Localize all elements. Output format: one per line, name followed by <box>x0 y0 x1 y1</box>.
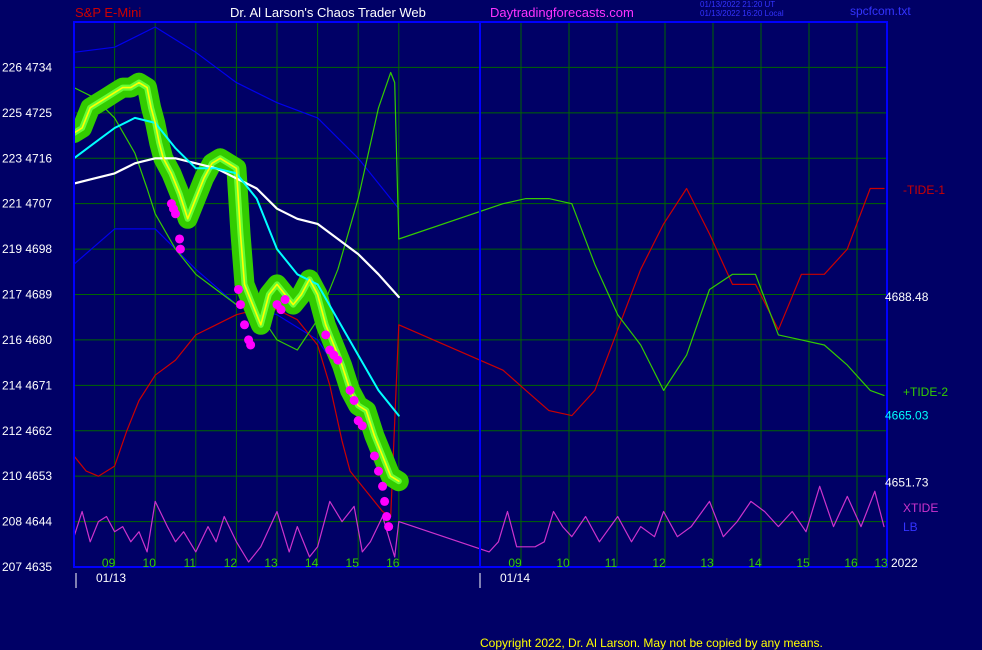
band-dot <box>235 300 245 310</box>
chart-canvas: 226 4734 225 4725 223 4716 221 4707 219 4698… <box>2 21 948 588</box>
copyright: Copyright 2022, Dr. Al Larson. May not b… <box>480 636 823 650</box>
band-dot <box>280 295 290 305</box>
symbol-label: S&P E-Mini <box>75 5 142 20</box>
forecast-tick-label: 12 <box>652 556 666 570</box>
axis-labels: 226 4734 225 4725 223 4716 221 4707 219 4698… <box>2 60 948 588</box>
band-dot <box>378 481 388 491</box>
forecast-tick-label-truncated: 13 <box>874 556 888 570</box>
forecast-tick-label: 16 <box>844 556 858 570</box>
y-tick-label: 219 4698 <box>2 242 52 256</box>
legend-entry: XTIDE <box>903 501 938 515</box>
band-dot <box>175 234 185 244</box>
date-label: 01/13 <box>96 571 126 585</box>
band-dot <box>349 395 359 405</box>
x-tick-label: 10 <box>143 556 157 570</box>
site-title: Dr. Al Larson's Chaos Trader Web <box>230 5 426 20</box>
y-tick-label: 225 4725 <box>2 106 52 120</box>
y-tick-label: 210 4653 <box>2 469 52 483</box>
year-label: 2022 <box>891 556 918 570</box>
y-tick-label: 221 4707 <box>2 197 52 211</box>
y-tick-label: 223 4716 <box>2 151 52 165</box>
y-tick-label: 208 4644 <box>2 515 52 529</box>
file-name: spcfcom.txt <box>850 4 911 18</box>
y-tick-label: 226 4734 <box>2 60 52 74</box>
legend-entry: -TIDE-1 <box>903 183 945 197</box>
forecast-tick-label: 15 <box>796 556 810 570</box>
band-dot <box>246 340 256 350</box>
x-tick-label: 11 <box>184 556 197 570</box>
band-dot <box>233 284 243 294</box>
legend-entry: +TIDE-2 <box>903 385 948 399</box>
y-tick-label: 217 4689 <box>2 288 52 302</box>
x-tick-label: 14 <box>305 556 319 570</box>
band-dot <box>240 320 250 330</box>
x-tick-label: 09 <box>102 556 116 570</box>
forecast-tick-label: 13 <box>700 556 714 570</box>
band-dot <box>276 305 286 315</box>
band-dot <box>175 244 185 254</box>
site-url[interactable]: Daytradingforecasts.com <box>490 6 634 20</box>
timestamp-local: 01/13/2022 16:20 Local <box>700 9 784 18</box>
forecast-tick-label: 09 <box>508 556 522 570</box>
band-dot <box>374 466 383 476</box>
band-dot <box>384 522 394 532</box>
band-dot <box>369 451 379 461</box>
right-value-label: 4665.03 <box>885 408 929 422</box>
forecast-tick-label: 14 <box>748 556 762 570</box>
band-dot <box>382 512 392 522</box>
y-tick-label: 207 4635 <box>2 560 52 574</box>
right-value-label: 4651.73 <box>885 476 929 490</box>
x-tick-label: 13 <box>264 556 278 570</box>
date-label: 01/14 <box>500 571 530 585</box>
timestamp-ut: 01/13/2022 21:20 UT <box>700 0 776 9</box>
x-tick-label: 12 <box>224 556 238 570</box>
y-tick-label: 216 4680 <box>2 333 52 347</box>
band-dot <box>357 421 367 431</box>
y-tick-label: 212 4662 <box>2 424 52 438</box>
band-dot <box>345 385 355 395</box>
band-dot <box>171 209 180 219</box>
band-dot <box>333 355 343 365</box>
band-dot <box>380 496 390 506</box>
forecast-tick-label: 10 <box>556 556 570 570</box>
x-tick-label: 15 <box>346 556 360 570</box>
forecast-tick-label: 11 <box>605 556 618 570</box>
x-tick-label: 16 <box>386 556 400 570</box>
y-tick-label: 214 4671 <box>2 378 52 392</box>
right-value-label: 4688.48 <box>885 290 929 304</box>
band-dot <box>321 330 331 340</box>
legend-entry: LB <box>903 520 918 534</box>
